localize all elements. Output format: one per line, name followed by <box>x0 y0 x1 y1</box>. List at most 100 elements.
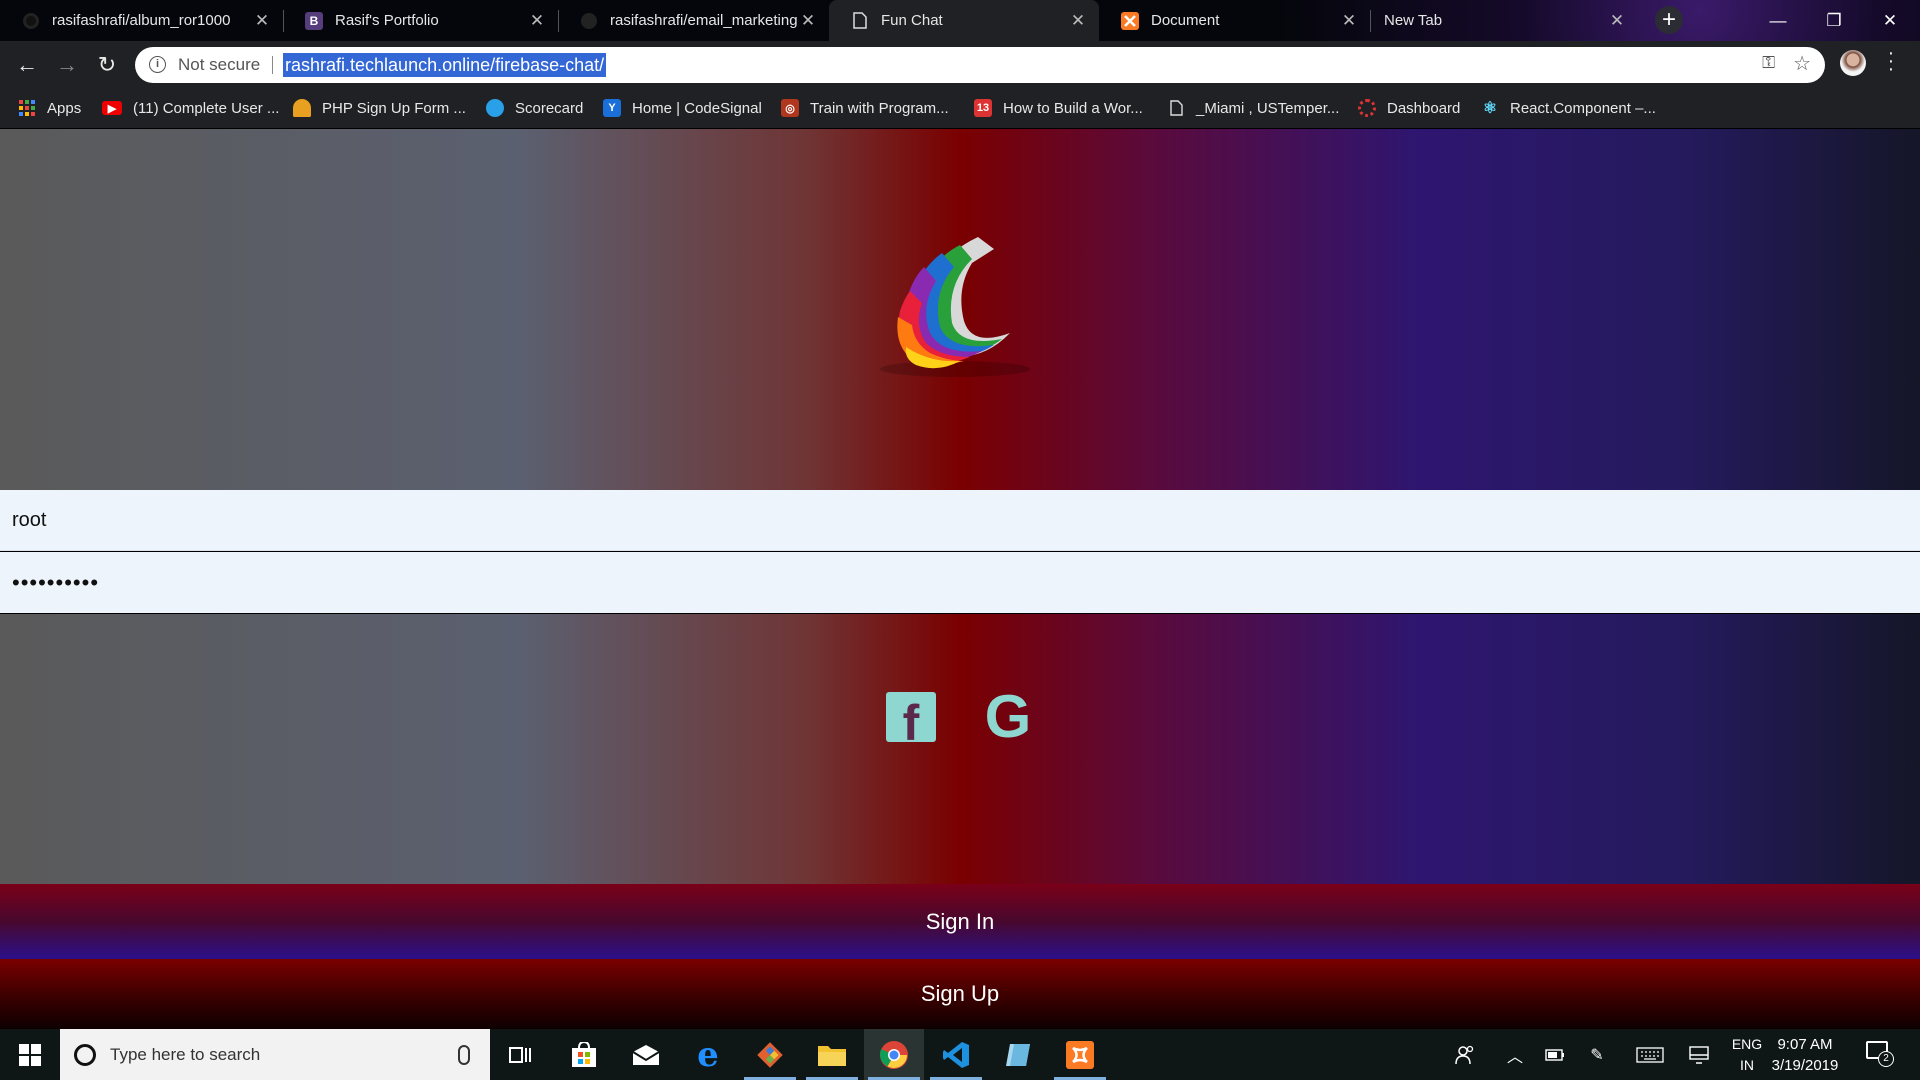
clock-date: 3/19/2019 <box>1771 1057 1839 1074</box>
mail-icon[interactable] <box>616 1029 676 1080</box>
bookmark-react[interactable]: ⚛ React.Component –... <box>1481 88 1656 128</box>
username-input[interactable]: root <box>0 490 1920 551</box>
close-tab-icon[interactable]: ✕ <box>251 11 273 31</box>
close-tab-icon[interactable]: ✕ <box>797 11 819 31</box>
menu-kebab-icon[interactable]: · · · <box>1886 43 1896 79</box>
apps-grid-icon <box>18 99 36 117</box>
cortana-icon <box>74 1043 96 1066</box>
close-tab-icon[interactable]: ✕ <box>1606 11 1628 31</box>
app-logo <box>880 237 1030 377</box>
bookmark-build-wordpress[interactable]: 13 How to Build a Wor... <box>974 88 1143 128</box>
display-icon[interactable] <box>1682 1029 1716 1080</box>
tab-fun-chat[interactable]: Fun Chat ✕ <box>829 0 1099 41</box>
minimize-icon[interactable]: — <box>1750 0 1806 41</box>
bookmark-label: (11) Complete User ... <box>133 99 280 117</box>
tab-title: Fun Chat <box>881 12 943 29</box>
calendar-icon: 13 <box>974 99 992 117</box>
language-indicator[interactable]: ENG IN <box>1730 1034 1764 1076</box>
touch-keyboard-icon[interactable] <box>1630 1029 1670 1080</box>
notepad-icon[interactable] <box>988 1029 1048 1080</box>
tab-title: Rasif's Portfolio <box>335 12 439 29</box>
bookmark-php-signup[interactable]: PHP Sign Up Form ... <box>293 88 466 128</box>
google-login-icon[interactable]: G <box>979 685 1037 749</box>
action-center-icon[interactable]: 2 <box>1866 1041 1894 1067</box>
bookmark-star-icon[interactable]: ☆ <box>1793 51 1811 76</box>
bookmark-codesignal[interactable]: Y Home | CodeSignal <box>603 88 762 128</box>
vscode-icon[interactable] <box>926 1029 986 1080</box>
url-text[interactable]: rashrafi.techlaunch.online/firebase-chat… <box>283 53 607 77</box>
chrome-icon[interactable] <box>864 1029 924 1080</box>
new-tab-button[interactable]: + <box>1655 6 1683 34</box>
notification-count: 2 <box>1878 1051 1894 1067</box>
close-tab-icon[interactable]: ✕ <box>526 11 548 31</box>
facebook-login-icon[interactable]: f <box>886 692 936 742</box>
bookmark-label: Dashboard <box>1387 99 1461 117</box>
tab-new-tab[interactable]: New Tab ✕ <box>1370 0 1638 41</box>
xampp-icon[interactable] <box>1050 1029 1110 1080</box>
windows-start-icon[interactable] <box>0 1029 60 1080</box>
show-hidden-icons-chevron-up-icon[interactable]: ︿ <box>1498 1029 1532 1080</box>
social-login-section <box>0 614 1920 884</box>
page-icon <box>851 12 869 30</box>
bookmark-label: How to Build a Wor... <box>1003 99 1143 117</box>
taskbar-search-box[interactable]: Type here to search <box>60 1029 490 1080</box>
sign-up-button[interactable]: Sign Up <box>0 959 1920 1029</box>
tab-title: Document <box>1151 12 1220 29</box>
people-icon[interactable] <box>1448 1029 1482 1080</box>
git-icon[interactable] <box>740 1029 800 1080</box>
forward-icon[interactable]: → <box>52 50 82 80</box>
close-tab-icon[interactable]: ✕ <box>1067 11 1089 31</box>
tab-title: New Tab <box>1384 12 1443 29</box>
bookmark-apps[interactable]: Apps <box>18 88 81 128</box>
bookmark-label: Train with Program... <box>810 99 949 117</box>
microphone-icon[interactable] <box>458 1044 470 1065</box>
fun-chat-page: root •••••••••• f G Sign In Sign Up <box>0 129 1920 1029</box>
bookmark-youtube[interactable]: ▶ (11) Complete User ... <box>102 88 279 128</box>
bookmark-label: Home | CodeSignal <box>632 99 762 117</box>
close-window-icon[interactable]: ✕ <box>1862 0 1918 41</box>
bookmark-dashboard[interactable]: Dashboard <box>1358 88 1460 128</box>
tutorial-icon <box>293 99 311 117</box>
info-icon[interactable]: i <box>149 56 166 73</box>
security-label: Not secure <box>178 55 261 74</box>
browser-toolbar: ← → ↻ i Not secure rashrafi.techlaunch.o… <box>0 41 1920 88</box>
clock-time: 9:07 AM <box>1777 1036 1833 1053</box>
tab-album-ror1000[interactable]: rasifashrafi/album_ror1000 ✕ <box>0 0 283 41</box>
xampp-icon <box>1121 11 1139 30</box>
key-icon[interactable]: ⚿ <box>1762 53 1775 73</box>
tab-title: rasifashrafi/email_marketing <box>610 12 797 29</box>
address-bar[interactable]: i Not secure rashrafi.techlaunch.online/… <box>135 47 1825 83</box>
github-icon <box>22 12 40 30</box>
store-icon[interactable] <box>554 1029 614 1080</box>
system-clock[interactable]: 9:07 AM 3/19/2019 <box>1770 1034 1840 1076</box>
battery-icon[interactable] <box>1538 1029 1572 1080</box>
codewars-icon: ◎ <box>781 99 799 117</box>
region-code: IN <box>1740 1057 1754 1073</box>
file-explorer-icon[interactable] <box>802 1029 862 1080</box>
bookmarks-bar: Apps ▶ (11) Complete User ... PHP Sign U… <box>0 88 1920 129</box>
bookmark-scorecard[interactable]: Scorecard <box>486 88 583 128</box>
restore-icon[interactable]: ❐ <box>1806 0 1862 41</box>
task-view-icon[interactable] <box>490 1029 550 1080</box>
close-tab-icon[interactable]: ✕ <box>1338 11 1360 31</box>
bookmark-label: PHP Sign Up Form ... <box>322 99 466 117</box>
github-icon <box>580 12 598 30</box>
hero-banner <box>0 129 1920 490</box>
bookmark-codewars[interactable]: ◎ Train with Program... <box>781 88 949 128</box>
pen-icon[interactable]: ✎ <box>1580 1029 1614 1080</box>
sign-in-button[interactable]: Sign In <box>0 884 1920 959</box>
tab-document[interactable]: Document ✕ <box>1099 0 1370 41</box>
password-input[interactable]: •••••••••• <box>0 552 1920 613</box>
codesignal-icon: Y <box>603 99 621 117</box>
bookmark-label: React.Component –... <box>1510 99 1656 117</box>
edge-icon[interactable]: e <box>678 1029 738 1080</box>
globe-icon <box>486 99 504 117</box>
profile-avatar[interactable] <box>1840 50 1866 76</box>
tab-email-marketing[interactable]: rasifashrafi/email_marketing ✕ <box>558 0 829 41</box>
bookmark-miami[interactable]: _Miami , USTemper... <box>1167 88 1339 128</box>
reload-icon[interactable]: ↻ <box>92 50 122 80</box>
back-icon[interactable]: ← <box>12 50 42 80</box>
tab-portfolio[interactable]: B Rasif's Portfolio ✕ <box>283 0 558 41</box>
search-placeholder: Type here to search <box>110 1044 261 1064</box>
windows-taskbar: Type here to search e ︿ ✎ ENG IN 9:07 AM… <box>0 1029 1920 1080</box>
